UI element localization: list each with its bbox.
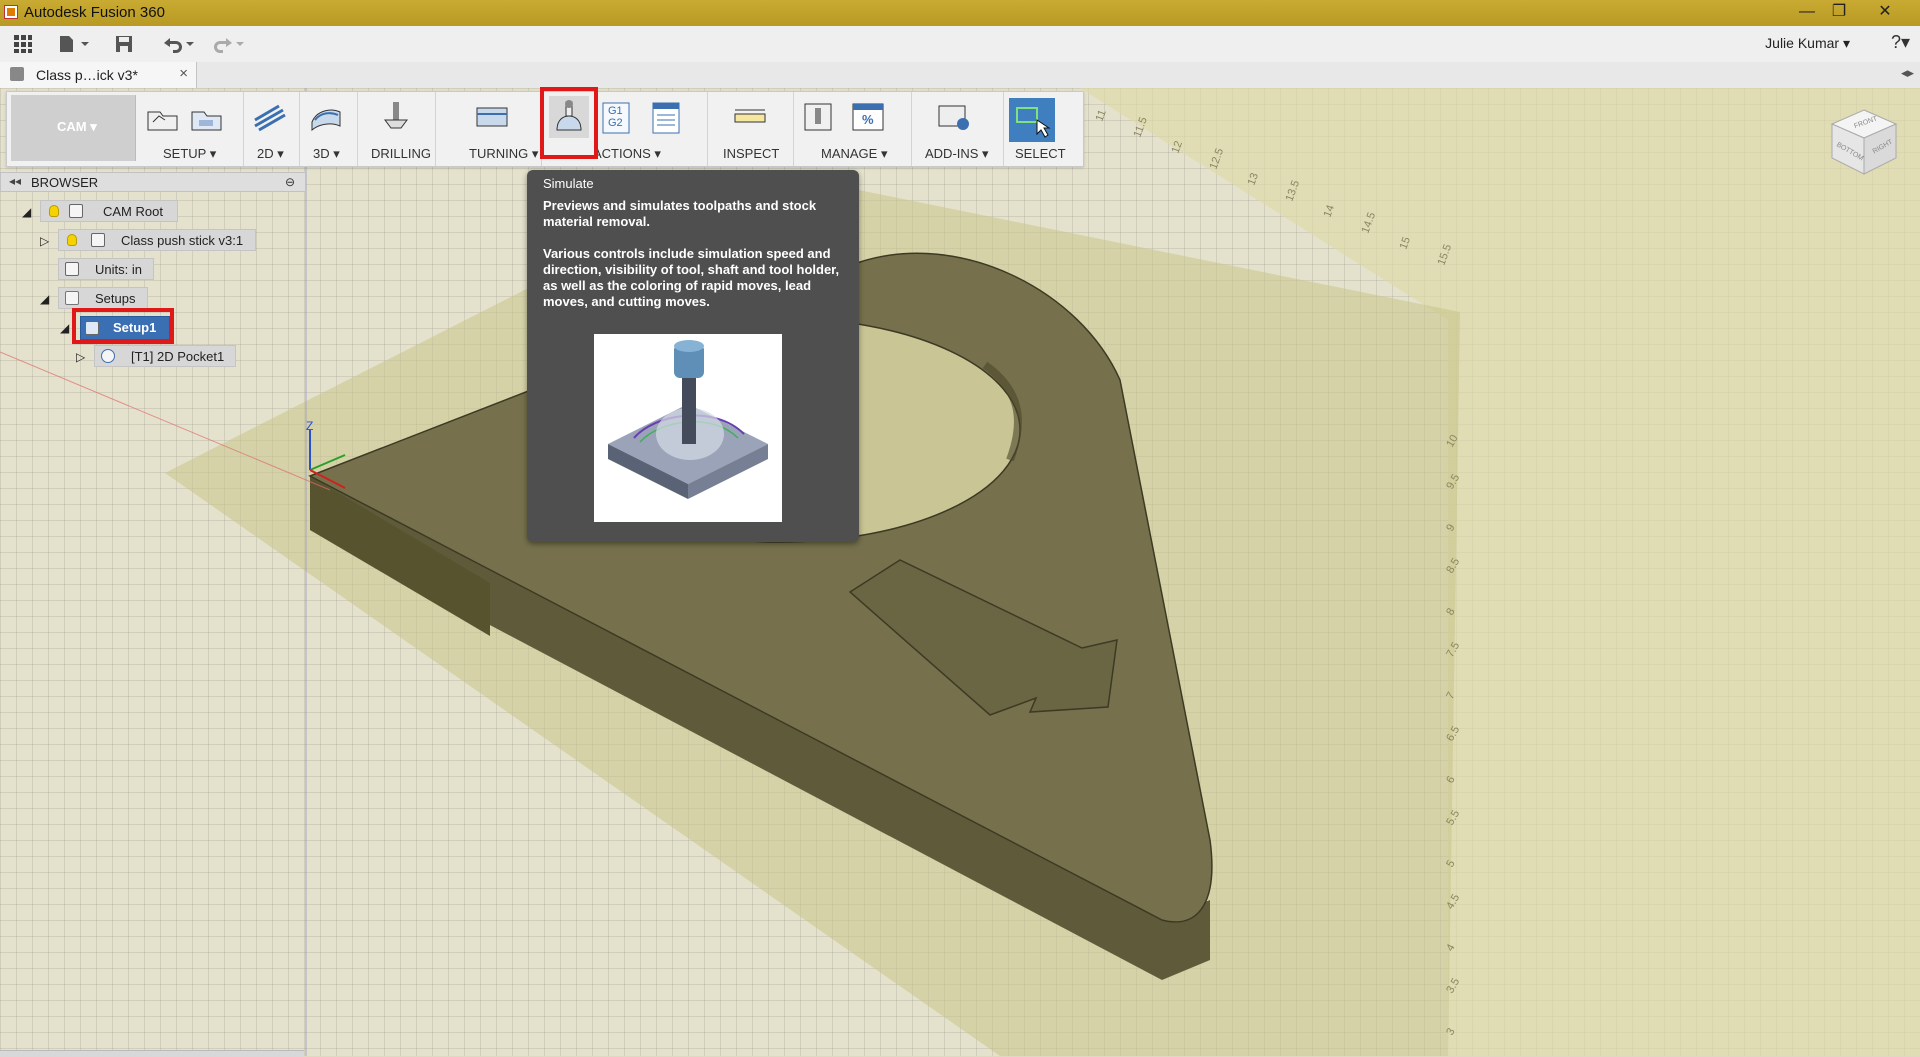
3d-menu[interactable]: 3D ▾ bbox=[313, 146, 340, 162]
help-menu-icon[interactable]: ?▾ bbox=[1891, 32, 1910, 53]
add-ins-menu[interactable]: ADD-INS ▾ bbox=[925, 146, 989, 162]
tooltip-details: Various controls include simulation spee… bbox=[543, 246, 840, 309]
workspace-label: CAM ▾ bbox=[57, 119, 97, 134]
undo-icon[interactable] bbox=[158, 32, 198, 56]
close-tab-icon[interactable]: × bbox=[179, 65, 188, 82]
tree-node-model[interactable]: Class push stick v3:1 bbox=[58, 229, 256, 251]
ruler-tick-label: 11 bbox=[1094, 108, 1109, 123]
restore-button[interactable]: ❐ bbox=[1822, 0, 1856, 24]
setup-sheet-button[interactable] bbox=[651, 102, 685, 134]
inspect-group: INSPECT bbox=[707, 92, 794, 166]
turning-face-icon[interactable] bbox=[475, 102, 509, 134]
select-group: SELECT bbox=[1003, 92, 1081, 166]
document-tab[interactable]: Class p…ick v3* × bbox=[0, 62, 197, 88]
workspace-switcher[interactable]: CAM ▾ bbox=[11, 95, 136, 161]
component-icon bbox=[91, 233, 105, 247]
browser-minimize-icon[interactable]: ⊖ bbox=[285, 175, 295, 189]
inspect-button[interactable]: INSPECT bbox=[723, 146, 779, 161]
close-window-button[interactable]: ✕ bbox=[1868, 0, 1902, 24]
simulate-tooltip: Simulate Previews and simulates toolpath… bbox=[527, 170, 859, 542]
collapse-browser-icon[interactable]: ◂◂ bbox=[9, 174, 21, 188]
save-icon[interactable] bbox=[112, 32, 136, 56]
manage-group: % MANAGE ▾ bbox=[793, 92, 912, 166]
g-code-label: G1 G2 bbox=[608, 105, 623, 129]
visibility-bulb-icon[interactable] bbox=[49, 205, 59, 217]
manage-menu[interactable]: MANAGE ▾ bbox=[821, 146, 887, 162]
model-scene: Z 11 11.512 12.513 13.514 14.515 15.5109.598.… bbox=[0, 88, 1920, 1056]
turning-menu[interactable]: TURNING ▾ bbox=[469, 146, 538, 162]
select-cursor-icon[interactable] bbox=[1009, 98, 1055, 142]
tooltip-title: Simulate bbox=[543, 176, 594, 191]
document-settings-icon bbox=[65, 262, 79, 276]
visibility-bulb-icon[interactable] bbox=[67, 234, 77, 246]
z-axis-label: Z bbox=[306, 419, 313, 433]
cam-root-label: CAM Root bbox=[103, 204, 163, 219]
expand-toggle-setups[interactable]: ◢ bbox=[40, 292, 49, 306]
setup1-highlight-box bbox=[72, 308, 174, 344]
add-ins-group: ADD-INS ▾ bbox=[911, 92, 1004, 166]
tree-node-units[interactable]: Units: in bbox=[58, 258, 154, 280]
post-process-button[interactable]: G1 G2 bbox=[601, 102, 635, 134]
measure-icon[interactable] bbox=[733, 102, 767, 134]
user-account-menu[interactable]: Julie Kumar ▾ bbox=[1765, 35, 1850, 52]
select-button[interactable]: SELECT bbox=[1015, 146, 1066, 161]
2d-menu[interactable]: 2D ▾ bbox=[257, 146, 284, 162]
scripts-addins-icon[interactable] bbox=[937, 102, 971, 134]
tooltip-description: Previews and simulates toolpaths and sto… bbox=[543, 198, 817, 229]
tree-node-2d-pocket[interactable]: [T1] 2D Pocket1 bbox=[94, 345, 236, 367]
3d-adaptive-icon[interactable] bbox=[309, 102, 343, 134]
three-d-group: 3D ▾ bbox=[299, 92, 358, 166]
new-setup-button[interactable] bbox=[145, 102, 179, 134]
pocket-operation-icon bbox=[101, 349, 115, 363]
canvas-viewport[interactable]: Z 11 11.5 12 12.5 13 13.5 14 14.5 15 15.5 10 9.5 9 8.… bbox=[0, 88, 1920, 1056]
setups-label: Setups bbox=[95, 291, 136, 306]
turning-group: TURNING ▾ bbox=[435, 92, 542, 166]
drilling-button[interactable]: DRILLING bbox=[371, 146, 431, 161]
document-icon bbox=[10, 67, 24, 81]
operation-label: [T1] 2D Pocket1 bbox=[131, 349, 225, 364]
redo-icon[interactable] bbox=[208, 32, 248, 56]
cam-root-icon bbox=[69, 204, 83, 218]
document-tab-label: Class p…ick v3* bbox=[36, 67, 138, 83]
expand-toggle-operation[interactable]: ▷ bbox=[76, 350, 85, 364]
tool-library-icon[interactable] bbox=[801, 102, 835, 134]
document-tab-bar: Class p…ick v3* × ◂▸ bbox=[0, 62, 1920, 89]
units-label: Units: in bbox=[95, 262, 142, 277]
browser-title: BROWSER bbox=[31, 175, 99, 190]
percent-label: % bbox=[862, 112, 874, 127]
tab-scroll-icon[interactable]: ◂▸ bbox=[1901, 65, 1914, 81]
2d-adaptive-icon[interactable] bbox=[253, 102, 287, 134]
setup-group: SETUP ▾ bbox=[137, 92, 244, 166]
model-label: Class push stick v3:1 bbox=[121, 233, 244, 248]
fusion-logo-icon bbox=[4, 5, 18, 19]
expand-toggle-cam-root[interactable]: ◢ bbox=[22, 205, 31, 219]
expand-toggle-model[interactable]: ▷ bbox=[40, 234, 49, 248]
apps-grid-icon[interactable] bbox=[10, 32, 36, 56]
two-d-group: 2D ▾ bbox=[243, 92, 300, 166]
simulation-preview-image bbox=[594, 334, 782, 522]
window-title: Autodesk Fusion 360 bbox=[24, 4, 165, 21]
setup-menu[interactable]: SETUP ▾ bbox=[163, 146, 216, 162]
expand-toggle-setup1[interactable]: ◢ bbox=[60, 321, 69, 335]
tree-node-cam-root[interactable]: CAM Root bbox=[40, 200, 178, 222]
setups-folder-icon bbox=[65, 291, 79, 305]
minimize-button[interactable]: — bbox=[1790, 0, 1824, 24]
post-library-icon[interactable]: % bbox=[851, 102, 885, 134]
simulate-highlight-box bbox=[540, 87, 598, 159]
browser-panel-header[interactable]: ◂◂ BROWSER ⊖ bbox=[0, 172, 306, 192]
drilling-group: DRILLING bbox=[357, 92, 436, 166]
stock-setup-button[interactable] bbox=[189, 102, 223, 134]
view-cube[interactable]: FRONT BOTTOM RIGHT bbox=[1828, 106, 1900, 178]
actions-menu[interactable]: ACTIONS ▾ bbox=[593, 146, 661, 162]
tree-node-setups[interactable]: Setups bbox=[58, 287, 148, 309]
file-menu-icon[interactable] bbox=[56, 32, 92, 56]
drill-icon[interactable] bbox=[379, 102, 413, 134]
title-bar: Autodesk Fusion 360 — ❐ ✕ bbox=[0, 0, 1920, 26]
quick-access-bar: Julie Kumar ▾ ?▾ bbox=[0, 26, 1920, 63]
